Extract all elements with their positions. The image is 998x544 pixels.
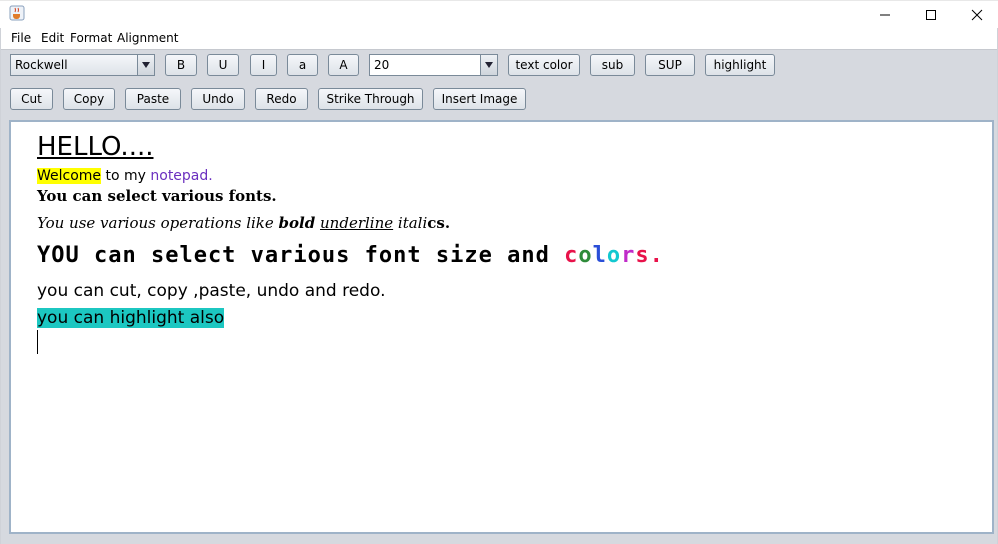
undo-button[interactable]: Undo (191, 88, 245, 110)
minimize-button[interactable] (862, 1, 908, 29)
plain-text: YOU can select various font size and (37, 243, 565, 268)
lowercase-button[interactable]: a (287, 54, 318, 76)
font-select[interactable]: Rockwell (10, 54, 155, 76)
uppercase-button[interactable]: A (328, 54, 359, 76)
doc-line-hello: HELLO.... (37, 132, 154, 162)
strike-through-button[interactable]: Strike Through (318, 88, 423, 110)
redo-button[interactable]: Redo (255, 88, 308, 110)
maximize-icon (926, 10, 936, 20)
chevron-down-icon (137, 55, 154, 75)
colored-word: notepad. (150, 168, 213, 184)
insert-image-button[interactable]: Insert Image (433, 88, 526, 110)
close-icon (971, 9, 983, 21)
superscript-button[interactable]: SUP (645, 54, 695, 76)
italic-word: itali (397, 214, 428, 232)
color-letter: o (606, 243, 622, 268)
minimize-icon (880, 14, 890, 16)
text-editor[interactable]: HELLO.... Welcome to my notepad. You can… (9, 120, 994, 534)
menu-alignment[interactable]: Alignment (117, 31, 178, 45)
color-letter: c (564, 243, 579, 268)
copy-button[interactable]: Copy (63, 88, 115, 110)
doc-line-operations: You use various operations like bold und… (37, 214, 450, 232)
font-size-value: 20 (374, 58, 390, 72)
doc-line-font-size: YOU can select various font size and col… (37, 243, 664, 268)
doc-line-fonts: You can select various fonts. (37, 187, 277, 205)
mixed-font-text: cs. (427, 214, 451, 232)
plain-text: You use various operations like (37, 214, 279, 232)
underlined-word: underline (320, 214, 394, 232)
app-frame: File Edit Format Alignment Rockwell B U … (0, 28, 998, 544)
bottom-border (1, 538, 997, 544)
chevron-down-icon (480, 55, 497, 75)
text-color-button[interactable]: text color (508, 54, 580, 76)
maximize-button[interactable] (908, 1, 954, 29)
color-letter: r (621, 243, 636, 268)
menu-format[interactable]: Format (70, 31, 112, 45)
italic-button[interactable]: I (250, 54, 277, 76)
doc-line-welcome: Welcome to my notepad. (37, 168, 213, 184)
underline-button[interactable]: U (207, 54, 239, 76)
paste-button[interactable]: Paste (125, 88, 181, 110)
menu-edit[interactable]: Edit (41, 31, 64, 45)
font-select-value: Rockwell (15, 58, 68, 72)
doc-line-highlight: you can highlight also (37, 308, 225, 328)
title-bar (0, 0, 998, 28)
color-letter: s (635, 243, 650, 268)
highlight-button[interactable]: highlight (705, 54, 775, 76)
menu-file[interactable]: File (11, 31, 31, 45)
cut-button[interactable]: Cut (10, 88, 53, 110)
close-button[interactable] (954, 1, 998, 29)
color-letter: . (649, 243, 664, 268)
highlighted-word: Welcome (37, 168, 102, 184)
font-size-select[interactable]: 20 (369, 54, 498, 76)
doc-line-cut-copy: you can cut, copy ,paste, undo and redo. (37, 281, 386, 301)
java-cup-icon (9, 5, 25, 21)
menu-bar: File Edit Format Alignment (1, 28, 997, 50)
color-letter: o (578, 243, 593, 268)
text-caret (37, 330, 38, 354)
subscript-button[interactable]: sub (590, 54, 635, 76)
bold-button[interactable]: B (165, 54, 197, 76)
plain-text: to my (101, 168, 151, 184)
bold-word: bold (278, 214, 316, 232)
color-letter: l (592, 243, 607, 268)
